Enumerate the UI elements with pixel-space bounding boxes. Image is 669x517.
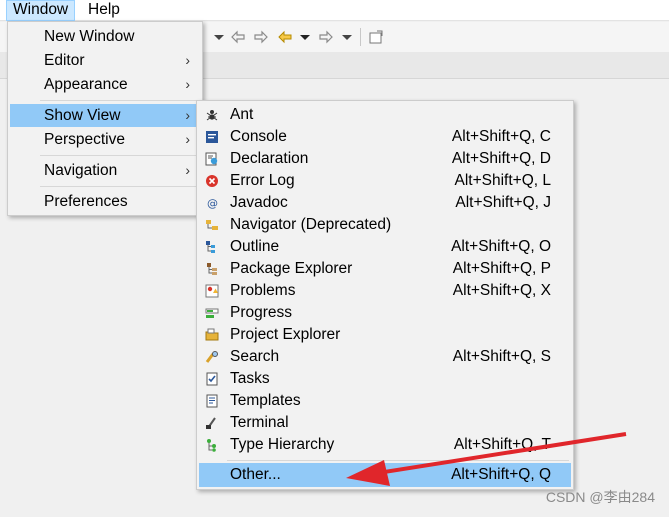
watermark: CSDN @李由284 bbox=[545, 489, 655, 505]
annotation-arrow-icon bbox=[346, 432, 627, 486]
